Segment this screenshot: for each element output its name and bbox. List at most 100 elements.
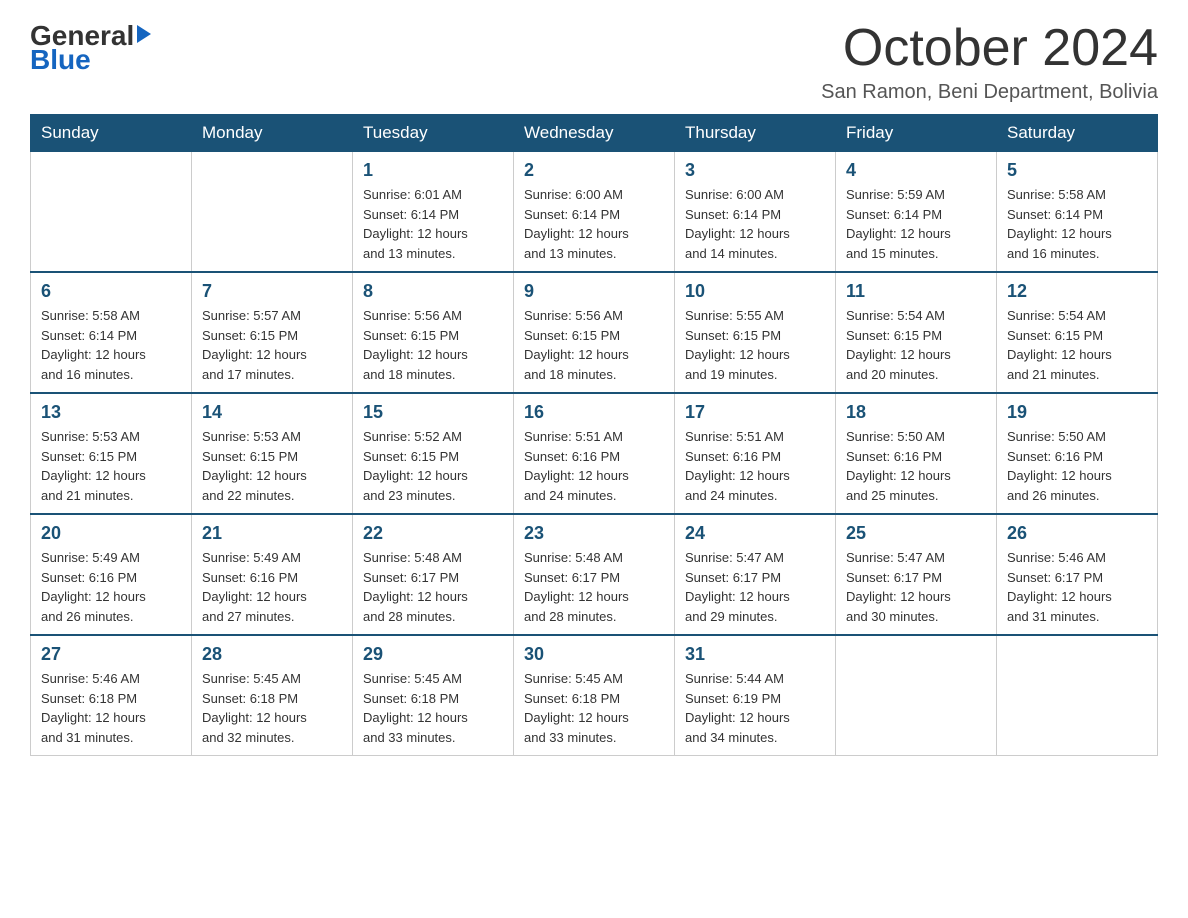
calendar-cell: 2 Sunrise: 6:00 AMSunset: 6:14 PMDaylight… (514, 152, 675, 273)
day-info: Sunrise: 5:48 AMSunset: 6:17 PMDaylight:… (363, 548, 503, 626)
day-info: Sunrise: 5:45 AMSunset: 6:18 PMDaylight:… (363, 669, 503, 747)
day-info: Sunrise: 5:56 AMSunset: 6:15 PMDaylight:… (363, 306, 503, 384)
day-number: 29 (363, 644, 503, 665)
day-info: Sunrise: 5:57 AMSunset: 6:15 PMDaylight:… (202, 306, 342, 384)
day-info: Sunrise: 5:49 AMSunset: 6:16 PMDaylight:… (41, 548, 181, 626)
day-info: Sunrise: 5:51 AMSunset: 6:16 PMDaylight:… (524, 427, 664, 505)
day-number: 14 (202, 402, 342, 423)
week-row-1: 1 Sunrise: 6:01 AMSunset: 6:14 PMDaylight… (31, 152, 1158, 273)
week-row-3: 13 Sunrise: 5:53 AMSunset: 6:15 PMDayligh… (31, 393, 1158, 514)
day-info: Sunrise: 5:53 AMSunset: 6:15 PMDaylight:… (202, 427, 342, 505)
day-number: 16 (524, 402, 664, 423)
day-info: Sunrise: 6:00 AMSunset: 6:14 PMDaylight:… (685, 185, 825, 263)
header-thursday: Thursday (675, 115, 836, 152)
header-sunday: Sunday (31, 115, 192, 152)
day-number: 28 (202, 644, 342, 665)
header-friday: Friday (836, 115, 997, 152)
day-info: Sunrise: 5:58 AMSunset: 6:14 PMDaylight:… (41, 306, 181, 384)
day-info: Sunrise: 6:01 AMSunset: 6:14 PMDaylight:… (363, 185, 503, 263)
day-info: Sunrise: 5:56 AMSunset: 6:15 PMDaylight:… (524, 306, 664, 384)
calendar-cell: 28 Sunrise: 5:45 AMSunset: 6:18 PMDayligh… (192, 635, 353, 756)
calendar-cell: 15Sunrise: 5:52 AMSunset: 6:15 PMDayligh… (353, 393, 514, 514)
day-number: 22 (363, 523, 503, 544)
day-number: 21 (202, 523, 342, 544)
day-info: Sunrise: 5:50 AMSunset: 6:16 PMDaylight:… (846, 427, 986, 505)
day-number: 6 (41, 281, 181, 302)
calendar-cell: 14 Sunrise: 5:53 AMSunset: 6:15 PMDayligh… (192, 393, 353, 514)
calendar-cell: 5 Sunrise: 5:58 AMSunset: 6:14 PMDaylight… (997, 152, 1158, 273)
day-number: 15 (363, 402, 503, 423)
day-number: 2 (524, 160, 664, 181)
day-info: Sunrise: 5:59 AMSunset: 6:14 PMDaylight:… (846, 185, 986, 263)
calendar-cell: 4Sunrise: 5:59 AMSunset: 6:14 PMDaylight… (836, 152, 997, 273)
calendar-cell: 13 Sunrise: 5:53 AMSunset: 6:15 PMDayligh… (31, 393, 192, 514)
calendar-cell: 18Sunrise: 5:50 AMSunset: 6:16 PMDayligh… (836, 393, 997, 514)
calendar-cell: 24 Sunrise: 5:47 AMSunset: 6:17 PMDayligh… (675, 514, 836, 635)
day-number: 12 (1007, 281, 1147, 302)
day-info: Sunrise: 5:49 AMSunset: 6:16 PMDaylight:… (202, 548, 342, 626)
day-number: 13 (41, 402, 181, 423)
calendar-cell: 29 Sunrise: 5:45 AMSunset: 6:18 PMDayligh… (353, 635, 514, 756)
day-number: 19 (1007, 402, 1147, 423)
day-number: 25 (846, 523, 986, 544)
calendar-cell: 25Sunrise: 5:47 AMSunset: 6:17 PMDayligh… (836, 514, 997, 635)
day-info: Sunrise: 5:51 AMSunset: 6:16 PMDaylight:… (685, 427, 825, 505)
title-area: October 2024 San Ramon, Beni Department,… (821, 20, 1158, 104)
day-info: Sunrise: 5:54 AMSunset: 6:15 PMDaylight:… (1007, 306, 1147, 384)
header-wednesday: Wednesday (514, 115, 675, 152)
day-number: 10 (685, 281, 825, 302)
header-row: SundayMondayTuesdayWednesdayThursdayFrid… (31, 115, 1158, 152)
day-number: 23 (524, 523, 664, 544)
day-info: Sunrise: 5:53 AMSunset: 6:15 PMDaylight:… (41, 427, 181, 505)
calendar-cell: 7 Sunrise: 5:57 AMSunset: 6:15 PMDaylight… (192, 272, 353, 393)
day-info: Sunrise: 5:55 AMSunset: 6:15 PMDaylight:… (685, 306, 825, 384)
day-info: Sunrise: 5:58 AMSunset: 6:14 PMDaylight:… (1007, 185, 1147, 263)
week-row-5: 27Sunrise: 5:46 AMSunset: 6:18 PMDayligh… (31, 635, 1158, 756)
week-row-2: 6 Sunrise: 5:58 AMSunset: 6:14 PMDaylight… (31, 272, 1158, 393)
calendar-table: SundayMondayTuesdayWednesdayThursdayFrid… (30, 114, 1158, 756)
day-info: Sunrise: 5:46 AMSunset: 6:18 PMDaylight:… (41, 669, 181, 747)
day-info: Sunrise: 5:45 AMSunset: 6:18 PMDaylight:… (202, 669, 342, 747)
logo-triangle-icon (137, 25, 151, 43)
day-number: 5 (1007, 160, 1147, 181)
day-number: 7 (202, 281, 342, 302)
calendar-cell: 27Sunrise: 5:46 AMSunset: 6:18 PMDayligh… (31, 635, 192, 756)
calendar-cell: 30 Sunrise: 5:45 AMSunset: 6:18 PMDayligh… (514, 635, 675, 756)
day-info: Sunrise: 5:45 AMSunset: 6:18 PMDaylight:… (524, 669, 664, 747)
calendar-cell: 19 Sunrise: 5:50 AMSunset: 6:16 PMDayligh… (997, 393, 1158, 514)
day-info: Sunrise: 6:00 AMSunset: 6:14 PMDaylight:… (524, 185, 664, 263)
day-info: Sunrise: 5:54 AMSunset: 6:15 PMDaylight:… (846, 306, 986, 384)
calendar-cell (836, 635, 997, 756)
day-number: 31 (685, 644, 825, 665)
header-tuesday: Tuesday (353, 115, 514, 152)
calendar-cell: 3 Sunrise: 6:00 AMSunset: 6:14 PMDaylight… (675, 152, 836, 273)
calendar-cell: 10 Sunrise: 5:55 AMSunset: 6:15 PMDayligh… (675, 272, 836, 393)
month-title: October 2024 (821, 20, 1158, 77)
location-title: San Ramon, Beni Department, Bolivia (821, 81, 1158, 104)
day-info: Sunrise: 5:46 AMSunset: 6:17 PMDaylight:… (1007, 548, 1147, 626)
day-info: Sunrise: 5:50 AMSunset: 6:16 PMDaylight:… (1007, 427, 1147, 505)
calendar-cell: 12 Sunrise: 5:54 AMSunset: 6:15 PMDayligh… (997, 272, 1158, 393)
calendar-cell: 9 Sunrise: 5:56 AMSunset: 6:15 PMDaylight… (514, 272, 675, 393)
day-number: 9 (524, 281, 664, 302)
header-saturday: Saturday (997, 115, 1158, 152)
calendar-cell (192, 152, 353, 273)
day-number: 24 (685, 523, 825, 544)
day-number: 30 (524, 644, 664, 665)
day-number: 11 (846, 281, 986, 302)
calendar-cell: 20Sunrise: 5:49 AMSunset: 6:16 PMDayligh… (31, 514, 192, 635)
calendar-cell: 23Sunrise: 5:48 AMSunset: 6:17 PMDayligh… (514, 514, 675, 635)
day-info: Sunrise: 5:47 AMSunset: 6:17 PMDaylight:… (685, 548, 825, 626)
day-number: 3 (685, 160, 825, 181)
header-monday: Monday (192, 115, 353, 152)
header: General Blue October 2024 San Ramon, Ben… (30, 20, 1158, 104)
day-number: 17 (685, 402, 825, 423)
calendar-cell (31, 152, 192, 273)
day-number: 1 (363, 160, 503, 181)
day-number: 26 (1007, 523, 1147, 544)
logo-area: General Blue (30, 20, 151, 76)
day-info: Sunrise: 5:44 AMSunset: 6:19 PMDaylight:… (685, 669, 825, 747)
calendar-cell: 1 Sunrise: 6:01 AMSunset: 6:14 PMDaylight… (353, 152, 514, 273)
week-row-4: 20Sunrise: 5:49 AMSunset: 6:16 PMDayligh… (31, 514, 1158, 635)
day-number: 8 (363, 281, 503, 302)
